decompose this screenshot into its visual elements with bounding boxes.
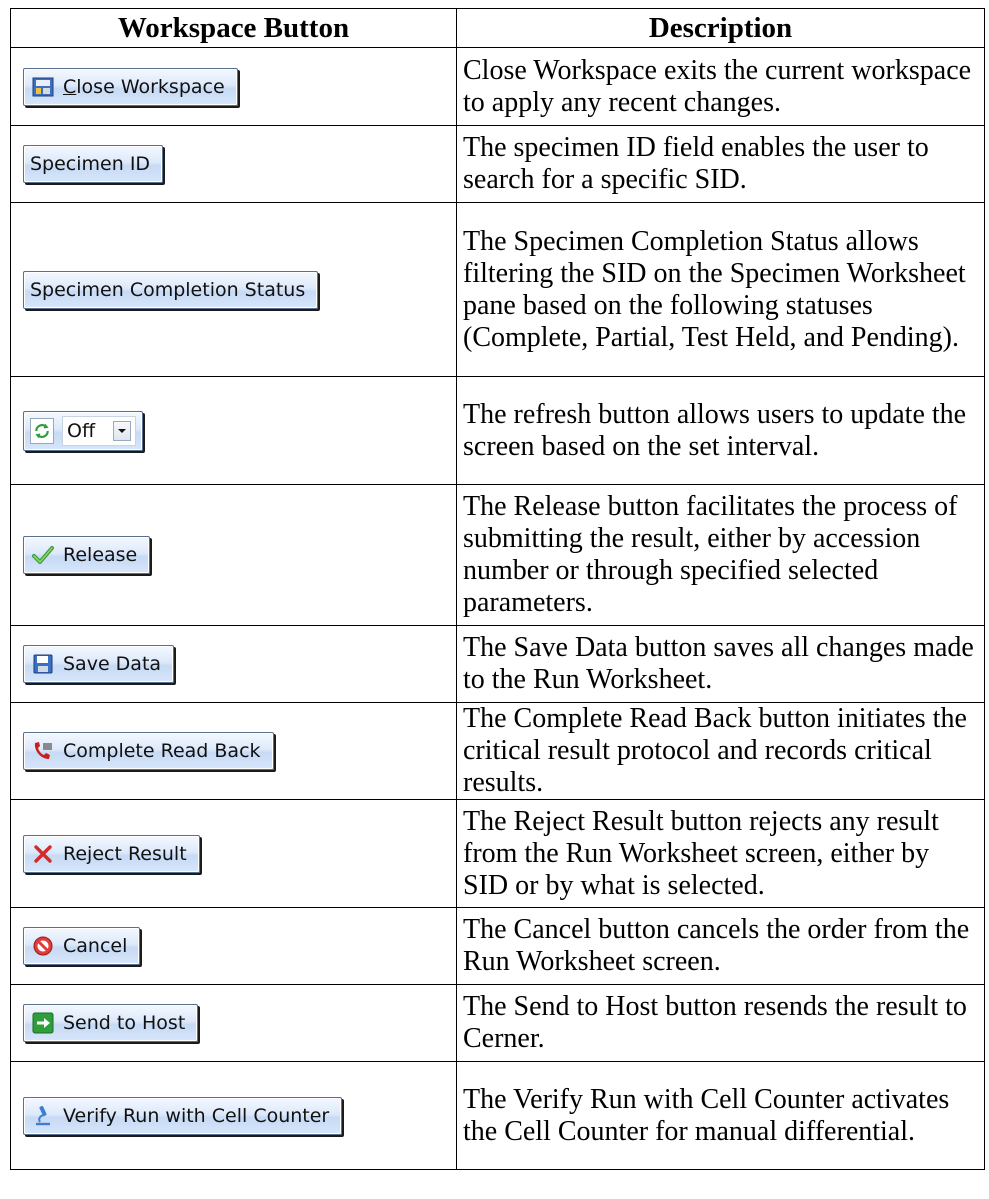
button-cell: Reject Result <box>10 799 457 908</box>
table-row: Specimen Completion Status The Specimen … <box>10 202 985 377</box>
send-to-host-button[interactable]: Send to Host <box>23 1004 199 1042</box>
chevron-down-icon[interactable] <box>113 420 132 441</box>
table-row: Off The refresh button allows users to u… <box>10 376 985 485</box>
button-cell: Send to Host <box>10 984 457 1062</box>
description-cell: The Send to Host button resends the resu… <box>456 984 985 1062</box>
prohibited-icon <box>32 935 54 957</box>
specimen-completion-status-button[interactable]: Specimen Completion Status <box>23 270 319 309</box>
refresh-icon[interactable] <box>30 417 54 444</box>
description-cell: The specimen ID field enables the user t… <box>456 125 985 203</box>
description-cell: The Cancel button cancels the order from… <box>456 907 985 985</box>
description-cell: The refresh button allows users to updat… <box>456 376 985 485</box>
release-button[interactable]: Release <box>23 536 151 574</box>
cancel-button[interactable]: Cancel <box>23 927 141 965</box>
release-label: Release <box>63 544 138 566</box>
specimen-id-button[interactable]: Specimen ID <box>23 145 164 183</box>
save-data-button[interactable]: Save Data <box>23 645 175 683</box>
table-row: Send to Host The Send to Host button res… <box>10 984 985 1062</box>
button-cell: Specimen Completion Status <box>10 202 457 377</box>
description-cell: The Verify Run with Cell Counter activat… <box>456 1061 985 1170</box>
verify-run-with-cell-counter-button[interactable]: Verify Run with Cell Counter <box>23 1096 343 1135</box>
microscope-icon <box>32 1105 54 1127</box>
description-cell: The Save Data button saves all changes m… <box>456 625 985 703</box>
table-row: Complete Read Back The Complete Read Bac… <box>10 702 985 800</box>
refresh-interval-select[interactable]: Off <box>62 415 137 446</box>
button-cell: Cancel <box>10 907 457 985</box>
header-description: Description <box>456 8 985 48</box>
workspace-buttons-table: Workspace Button Description Close Works… <box>10 8 985 1170</box>
refresh-interval-control[interactable]: Off <box>23 410 144 451</box>
cancel-label: Cancel <box>63 935 128 957</box>
button-cell: Specimen ID <box>10 125 457 203</box>
close-workspace-button[interactable]: Close Workspace <box>23 67 238 106</box>
close-workspace-label: Close Workspace <box>63 75 225 98</box>
description-cell: The Complete Read Back button initiates … <box>456 702 985 800</box>
button-cell: Off <box>10 376 457 485</box>
complete-read-back-label: Complete Read Back <box>63 740 261 762</box>
table-header-row: Workspace Button Description <box>10 8 985 48</box>
table-row: Close Workspace Close Workspace exits th… <box>10 47 985 126</box>
table-row: Release The Release button facilitates t… <box>10 484 985 626</box>
close-workspace-icon <box>32 76 54 98</box>
complete-read-back-button[interactable]: Complete Read Back <box>23 732 274 770</box>
verify-run-label: Verify Run with Cell Counter <box>63 1104 330 1127</box>
header-workspace-button: Workspace Button <box>10 8 457 48</box>
button-cell: Complete Read Back <box>10 702 457 800</box>
red-x-icon <box>32 843 54 865</box>
save-data-label: Save Data <box>63 653 162 675</box>
description-cell: The Release button facilitates the proce… <box>456 484 985 626</box>
table-row: Save Data The Save Data button saves all… <box>10 625 985 703</box>
button-cell: Close Workspace <box>10 47 457 126</box>
description-cell: The Specimen Completion Status allows fi… <box>456 202 985 377</box>
table-row: Cancel The Cancel button cancels the ord… <box>10 907 985 985</box>
table-row: Verify Run with Cell Counter The Verify … <box>10 1061 985 1170</box>
button-cell: Save Data <box>10 625 457 703</box>
phone-icon <box>32 740 54 762</box>
green-arrow-icon <box>32 1012 54 1034</box>
button-cell: Release <box>10 484 457 626</box>
table-row: Reject Result The Reject Result button r… <box>10 799 985 908</box>
table-row: Specimen ID The specimen ID field enable… <box>10 125 985 203</box>
reject-result-label: Reject Result <box>63 842 187 865</box>
checkmark-icon <box>32 544 54 566</box>
description-cell: The Reject Result button rejects any res… <box>456 799 985 908</box>
button-cell: Verify Run with Cell Counter <box>10 1061 457 1170</box>
reject-result-button[interactable]: Reject Result <box>23 834 200 873</box>
description-cell: Close Workspace exits the current worksp… <box>456 47 985 126</box>
refresh-interval-value: Off <box>67 419 96 442</box>
send-to-host-label: Send to Host <box>63 1012 186 1034</box>
floppy-disk-icon <box>32 653 54 675</box>
